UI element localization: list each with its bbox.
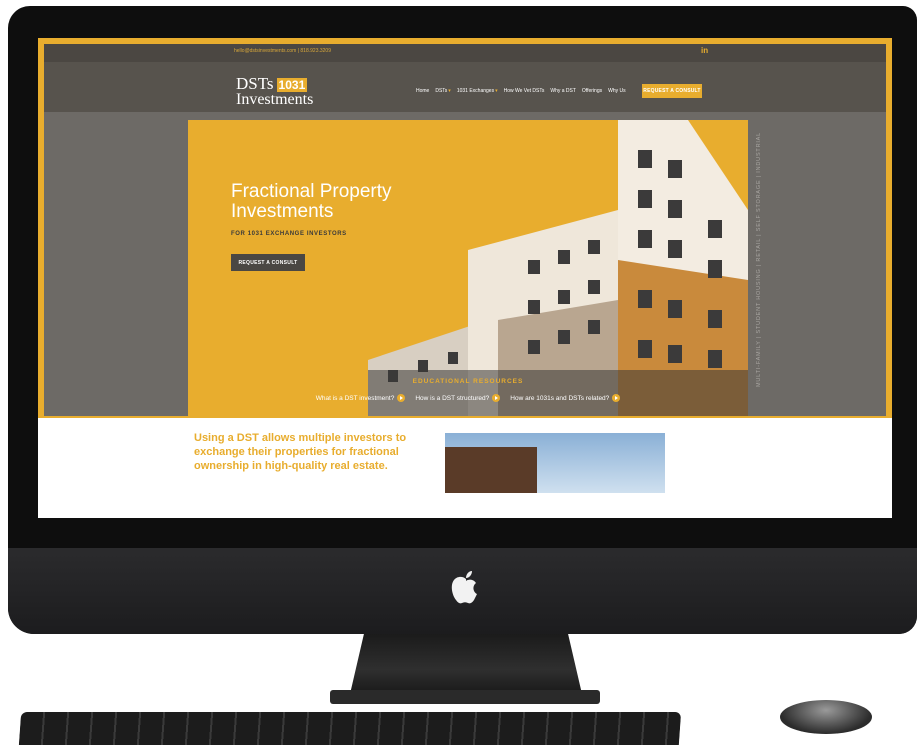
hero-subtitle: FOR 1031 EXCHANGE INVESTORS (231, 231, 347, 237)
main-nav: Home DSTs ▾ 1031 Exchanges ▾ How We Vet DS… (416, 88, 626, 94)
nav-label: Why Us (608, 88, 626, 94)
nav-label: How We Vet DSTs (503, 88, 545, 94)
edu-link-what-is-dst[interactable]: What is a DST investment? (316, 394, 406, 402)
caret-down-icon: ▾ (448, 88, 451, 94)
intro-text: Using a DST allows multiple investors to… (194, 432, 407, 472)
building-image (368, 120, 748, 416)
nav-label: 1031 Exchanges (456, 88, 495, 94)
keyboard (18, 712, 682, 745)
request-consult-nav-button[interactable]: REQUEST A CONSULT (642, 84, 702, 98)
nav-item-how-we-vet[interactable]: How We Vet DSTs (504, 88, 545, 94)
linkedin-icon[interactable]: in (701, 46, 708, 55)
nav-item-offerings[interactable]: Offerings (582, 88, 602, 94)
apple-logo-icon (451, 571, 477, 604)
nav-item-why-us[interactable]: Why Us (608, 88, 626, 94)
nav-label: Why a DST (550, 88, 576, 94)
nav-label: Home (416, 88, 430, 94)
property-types-vertical: MULTI-FAMILY | STUDENT HOUSING | RETAIL … (756, 131, 762, 387)
logo-investments[interactable]: Investments (236, 92, 313, 108)
nav-item-dsts[interactable]: DSTs ▾ (435, 88, 450, 94)
hero-banner: Fractional Property Investments FOR 1031… (188, 120, 748, 416)
play-icon (612, 394, 621, 402)
hero-panel: Fractional Property Investments FOR 1031… (44, 112, 886, 416)
edu-link-1031-dst-related[interactable]: How are 1031s and DSTs related? (510, 394, 621, 402)
logo-1031-badge: 1031 (276, 78, 308, 92)
top-bar: hello@dstsinvestments.com | 818.923.3209… (44, 44, 886, 62)
contact-info[interactable]: hello@dstsinvestments.com | 818.923.3209 (234, 48, 331, 54)
monitor-stand (350, 634, 582, 694)
nav-item-home[interactable]: Home (416, 88, 429, 94)
request-consult-hero-button[interactable]: REQUEST A CONSULT (231, 254, 305, 271)
play-icon (397, 394, 406, 402)
site-frame: hello@dstsinvestments.com | 818.923.3209… (38, 38, 892, 418)
educational-resources-heading: EDUCATIONAL RESOURCES (412, 378, 524, 385)
nav-item-1031-exchanges[interactable]: 1031 Exchanges ▾ (457, 88, 498, 94)
monitor-stand-base (330, 690, 600, 704)
edu-link-dst-structure[interactable]: How is a DST structured? (415, 394, 501, 402)
edu-link-label: How is a DST structured? (415, 394, 490, 402)
edu-link-label: How are 1031s and DSTs related? (510, 394, 610, 402)
site-header: DSTs 1031 Investments Home DSTs ▾ 1031 Exc… (44, 62, 886, 112)
mouse (780, 700, 872, 734)
caret-down-icon: ▾ (495, 88, 498, 94)
edu-link-label: What is a DST investment? (315, 394, 395, 402)
play-icon (492, 394, 501, 402)
educational-links: What is a DST investment? How is a DST s… (188, 394, 748, 402)
intro-building (445, 447, 537, 493)
nav-label: DSTs (435, 88, 448, 94)
nav-item-why-a-dst[interactable]: Why a DST (550, 88, 576, 94)
intro-image (445, 433, 665, 493)
nav-label: Offerings (581, 88, 603, 94)
hero-title: Fractional Property Investments (231, 181, 392, 222)
